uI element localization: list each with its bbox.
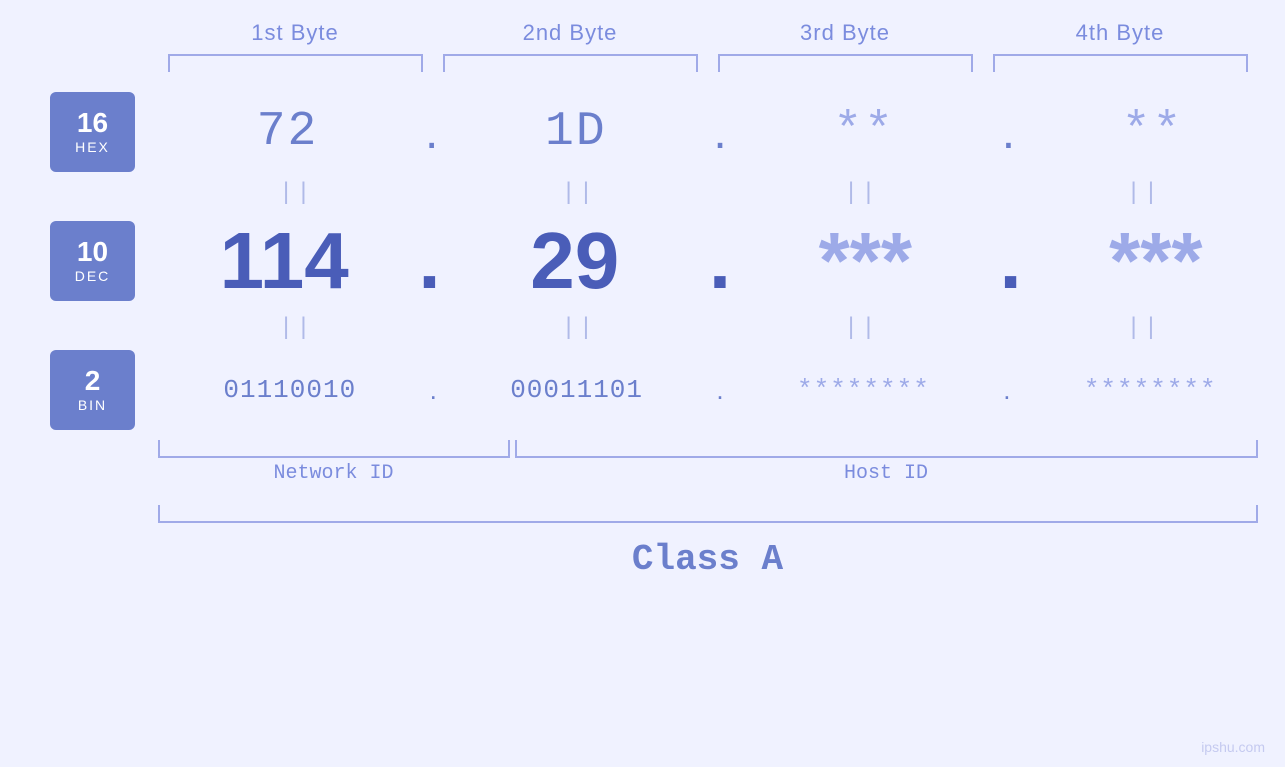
byte-headers: 1st Byte 2nd Byte 3rd Byte 4th Byte — [158, 20, 1258, 46]
bin-row: 2 BIN 01110010 . 00011101 . ******** . *… — [50, 350, 1285, 430]
dec-row: 10 DEC 114 . 29 . *** . *** — [50, 215, 1285, 307]
host-id-label: Host ID — [515, 462, 1258, 485]
dec-b1-cell: 114 — [155, 215, 413, 307]
bracket-3 — [718, 54, 973, 72]
bin-b1-value: 01110010 — [223, 375, 356, 405]
dec-b3-value: *** — [819, 215, 912, 307]
eq2-b1: || — [155, 315, 438, 342]
network-bracket — [158, 440, 510, 458]
byte3-header: 3rd Byte — [708, 20, 983, 46]
hex-b1-value: 72 — [257, 105, 319, 159]
dec-values: 114 . 29 . *** . *** — [155, 215, 1285, 307]
hex-b1-cell: 72 — [155, 105, 420, 159]
dec-b2-cell: 29 — [446, 215, 704, 307]
eq1-b4: || — [1003, 180, 1285, 207]
eq1-b2: || — [438, 180, 721, 207]
bottom-area: Network ID Host ID — [158, 440, 1258, 485]
hex-dot1: . — [425, 105, 438, 160]
dec-dot2: . — [709, 215, 731, 307]
dec-base-number: 10 — [77, 238, 108, 266]
eq1-b3: || — [720, 180, 1003, 207]
eq2-b2: || — [438, 315, 721, 342]
hex-b2-cell: 1D — [443, 105, 708, 159]
bin-b4-value: ******** — [1084, 375, 1217, 405]
byte1-header: 1st Byte — [158, 20, 433, 46]
bin-badge: 2 BIN — [50, 350, 135, 430]
bin-base-label: BIN — [78, 397, 107, 413]
hex-dot3: . — [1002, 105, 1015, 160]
dec-b2-value: 29 — [530, 215, 619, 307]
main-container: 1st Byte 2nd Byte 3rd Byte 4th Byte 16 H… — [0, 0, 1285, 767]
bin-base-number: 2 — [85, 367, 101, 395]
dec-base-label: DEC — [75, 268, 111, 284]
bin-dot2: . — [716, 375, 723, 406]
hex-base-number: 16 — [77, 109, 108, 137]
eq2-b4: || — [1003, 315, 1285, 342]
hex-base-label: HEX — [75, 139, 110, 155]
bin-values: 01110010 . 00011101 . ******** . *******… — [155, 375, 1285, 406]
bottom-brackets — [158, 440, 1258, 458]
bin-b3-cell: ******** — [729, 375, 999, 405]
hex-b3-cell: ** — [732, 105, 997, 159]
hex-b3-value: ** — [833, 105, 895, 159]
dec-dot1: . — [418, 215, 440, 307]
network-id-label: Network ID — [158, 462, 510, 485]
hex-values: 72 . 1D . ** . ** — [155, 105, 1285, 160]
hex-dot2: . — [713, 105, 726, 160]
byte4-header: 4th Byte — [983, 20, 1258, 46]
eq1-b1: || — [155, 180, 438, 207]
bracket-1 — [168, 54, 423, 72]
byte2-header: 2nd Byte — [433, 20, 708, 46]
bin-b1-cell: 01110010 — [155, 375, 425, 405]
bin-b2-value: 00011101 — [510, 375, 643, 405]
bin-dot1: . — [430, 375, 437, 406]
dec-dot3: . — [999, 215, 1021, 307]
equals-row-2: || || || || — [50, 315, 1285, 342]
hex-b2-value: 1D — [545, 105, 607, 159]
eq2-b3: || — [720, 315, 1003, 342]
equals-row-1: || || || || — [50, 180, 1285, 207]
bracket-4 — [993, 54, 1248, 72]
hex-b4-cell: ** — [1020, 105, 1285, 159]
hex-b4-value: ** — [1122, 105, 1184, 159]
dec-badge: 10 DEC — [50, 221, 135, 301]
class-bracket — [158, 505, 1258, 523]
bottom-labels: Network ID Host ID — [158, 462, 1258, 485]
watermark: ipshu.com — [1201, 739, 1265, 755]
dec-b4-value: *** — [1109, 215, 1202, 307]
bin-b2-cell: 00011101 — [442, 375, 712, 405]
dec-b4-cell: *** — [1027, 215, 1285, 307]
host-bracket — [515, 440, 1258, 458]
dec-b1-value: 114 — [220, 215, 349, 307]
rows-area: 16 HEX 72 . 1D . ** . ** — [0, 92, 1285, 430]
class-area: Class A — [158, 505, 1258, 580]
class-label: Class A — [158, 539, 1258, 580]
top-brackets — [158, 54, 1258, 72]
bin-b3-value: ******** — [797, 375, 930, 405]
dec-b3-cell: *** — [736, 215, 994, 307]
bin-dot3: . — [1003, 375, 1010, 406]
bracket-2 — [443, 54, 698, 72]
hex-badge: 16 HEX — [50, 92, 135, 172]
bin-b4-cell: ******** — [1015, 375, 1285, 405]
hex-row: 16 HEX 72 . 1D . ** . ** — [50, 92, 1285, 172]
